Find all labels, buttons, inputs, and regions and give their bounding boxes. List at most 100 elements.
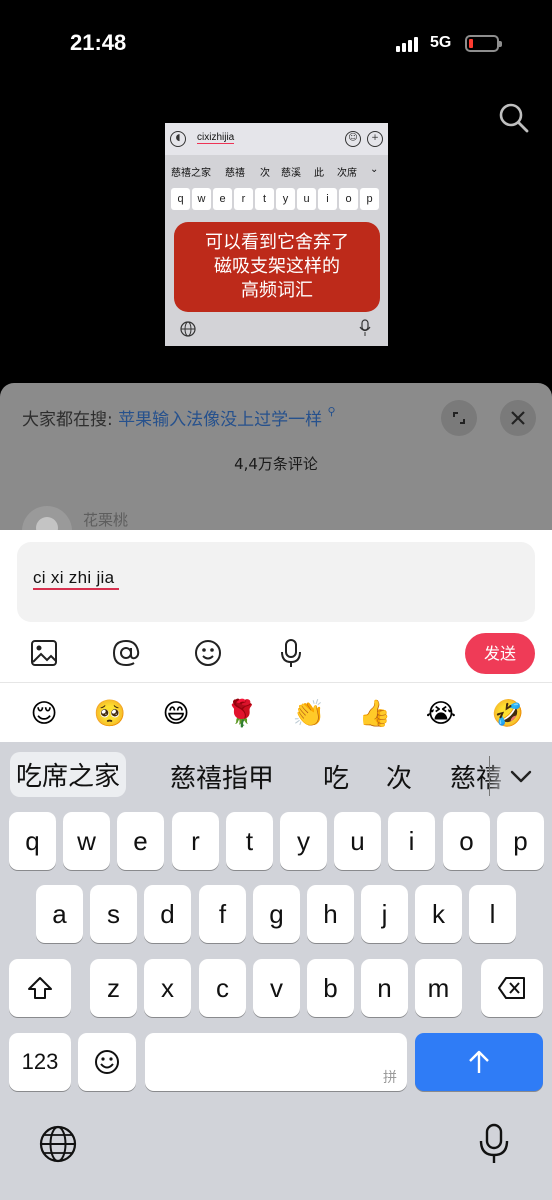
video-caption-line: 可以看到它舍弃了 <box>205 232 349 253</box>
numbers-key[interactable]: 123 <box>9 1033 71 1091</box>
key[interactable]: n <box>361 959 408 1017</box>
video-candidate: 慈禧 <box>225 168 245 179</box>
video-caption: 可以看到它舍弃了 磁吸支架这样的 高频词汇 <box>174 222 380 312</box>
video-key: p <box>360 188 379 210</box>
video-mic-icon <box>359 319 371 341</box>
key[interactable]: v <box>253 959 300 1017</box>
key[interactable]: h <box>307 885 354 943</box>
key[interactable]: j <box>361 885 408 943</box>
key[interactable]: t <box>226 812 273 870</box>
trending-search-hint[interactable]: 大家都在搜: 苹果输入法像没上过学一样 ⚲ <box>22 405 336 430</box>
key[interactable]: l <box>469 885 516 943</box>
key[interactable]: k <box>415 885 462 943</box>
shift-icon <box>28 977 52 999</box>
quick-emoji[interactable]: 👏 <box>291 696 327 732</box>
emoji-key[interactable] <box>78 1033 136 1091</box>
chevron-down-icon[interactable] <box>507 762 535 790</box>
search-icon[interactable] <box>496 100 532 136</box>
comment-count: 4,4万条评论 <box>234 455 318 473</box>
quick-emoji[interactable]: 👍 <box>357 696 393 732</box>
return-key[interactable] <box>415 1033 543 1091</box>
emoji-icon[interactable] <box>191 636 225 670</box>
comment-composer: ci xi zhi jia 发送 😌 🥺 😄 🌹 👏 👍 😭 🤣 <box>0 530 552 745</box>
close-button[interactable] <box>500 400 536 436</box>
candidate-divider <box>489 756 490 796</box>
arrow-up-icon <box>469 1050 489 1073</box>
candidate-item[interactable]: 吃 <box>323 758 349 795</box>
emoji-keyboard-icon <box>95 1050 119 1074</box>
trending-search-link[interactable]: 苹果输入法像没上过学一样 <box>118 410 322 430</box>
video-caption-line: 高频词汇 <box>241 280 313 301</box>
key[interactable]: c <box>199 959 246 1017</box>
composition-underline <box>33 588 119 590</box>
key[interactable]: g <box>253 885 300 943</box>
key[interactable]: b <box>307 959 354 1017</box>
shift-key[interactable] <box>9 959 71 1017</box>
mention-icon[interactable] <box>109 636 143 670</box>
video-candidate-bar: 慈禧之家 慈禧 次 慈溪 此 次席 ⌄ <box>165 161 388 181</box>
key[interactable]: x <box>144 959 191 1017</box>
video-key: i <box>318 188 337 210</box>
key[interactable]: s <box>90 885 137 943</box>
candidate-item[interactable]: 次 <box>386 758 412 795</box>
divider <box>0 682 552 683</box>
send-button[interactable]: 发送 <box>465 633 535 674</box>
dictation-mic-icon[interactable] <box>474 1122 514 1166</box>
delete-key[interactable] <box>481 959 543 1017</box>
video-chevron-icon: ⌄ <box>370 164 379 175</box>
video-emoji-icon: ☺ <box>345 131 361 147</box>
image-icon[interactable] <box>27 636 61 670</box>
trending-search-prefix: 大家都在搜: <box>22 410 113 430</box>
quick-emoji[interactable]: 😌 <box>26 696 62 732</box>
key[interactable]: i <box>388 812 435 870</box>
quick-emoji[interactable]: 😭 <box>423 696 459 732</box>
video-frame[interactable]: ◖ cixizhijia ☺ + 慈禧之家 慈禧 次 慈溪 此 次席 ⌄ qwe… <box>165 123 388 346</box>
video-candidate: 次 <box>260 168 270 179</box>
key[interactable]: d <box>144 885 191 943</box>
expand-button[interactable] <box>441 400 477 436</box>
key[interactable]: a <box>36 885 83 943</box>
key[interactable]: o <box>443 812 490 870</box>
video-key: q <box>171 188 190 210</box>
key[interactable]: p <box>497 812 544 870</box>
key[interactable]: m <box>415 959 462 1017</box>
network-type: 5G <box>430 34 452 51</box>
key[interactable]: f <box>199 885 246 943</box>
video-candidate: 此 <box>314 168 324 179</box>
video-globe-icon <box>180 321 196 341</box>
key[interactable]: e <box>117 812 164 870</box>
video-key: y <box>276 188 295 210</box>
backspace-icon <box>498 977 525 999</box>
video-key: o <box>339 188 358 210</box>
video-sound-icon: ◖ <box>170 131 186 147</box>
key[interactable]: q <box>9 812 56 870</box>
key[interactable]: u <box>334 812 381 870</box>
video-input-bar: ◖ cixizhijia ☺ + <box>165 123 388 155</box>
globe-icon[interactable] <box>38 1124 78 1164</box>
key[interactable]: y <box>280 812 327 870</box>
video-key: t <box>255 188 274 210</box>
candidate-item[interactable]: 慈禧指甲 <box>170 758 274 795</box>
quick-emoji[interactable]: 🤣 <box>490 696 526 732</box>
quick-emoji[interactable]: 😄 <box>158 696 194 732</box>
comment-input[interactable]: ci xi zhi jia <box>17 542 535 622</box>
voice-icon[interactable] <box>274 636 308 670</box>
commenter-name[interactable]: 花栗桃 <box>83 509 128 530</box>
candidate-bar: 吃席之家 慈禧指甲 吃 次 慈禧 <box>0 742 552 810</box>
status-time: 21:48 <box>70 30 127 55</box>
comment-input-text: ci xi zhi jia <box>33 568 115 587</box>
video-plus-icon: + <box>367 131 383 147</box>
key[interactable]: r <box>172 812 219 870</box>
space-key[interactable]: 拼 <box>145 1033 407 1091</box>
quick-emoji[interactable]: 🥺 <box>92 696 128 732</box>
video-caption-line: 磁吸支架这样的 <box>214 256 340 277</box>
signal-icon <box>396 36 422 52</box>
video-key: e <box>213 188 232 210</box>
candidate-item[interactable]: 吃席之家 <box>10 752 127 797</box>
video-candidate: 慈溪 <box>281 168 301 179</box>
pinyin-indicator: 拼 <box>383 1070 397 1086</box>
quick-emoji[interactable]: 🌹 <box>224 696 260 732</box>
key[interactable]: z <box>90 959 137 1017</box>
comment-sheet: 大家都在搜: 苹果输入法像没上过学一样 ⚲ 4,4万条评论 花栗桃 <box>0 383 552 556</box>
key[interactable]: w <box>63 812 110 870</box>
